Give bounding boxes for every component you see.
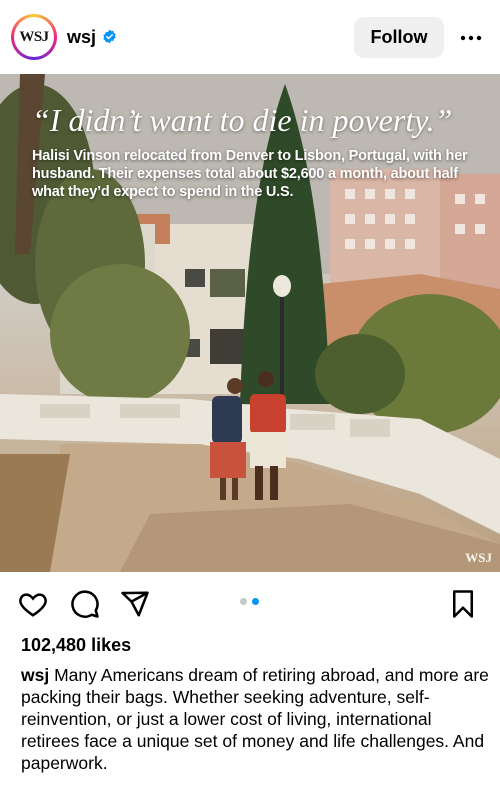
avatar[interactable]: WSJ [11, 14, 57, 60]
username[interactable]: wsj [67, 27, 96, 48]
caption-text: Many Americans dream of retiring abroad,… [21, 665, 489, 773]
caption-username[interactable]: wsj [21, 665, 49, 685]
action-bar [0, 572, 500, 634]
likes-count[interactable]: 102,480 likes [21, 635, 131, 656]
more-options-icon[interactable] [459, 28, 483, 48]
heart-icon[interactable] [18, 589, 48, 619]
post-header: WSJ wsj Follow [0, 0, 500, 74]
comment-icon[interactable] [70, 589, 100, 619]
post-headline: “I didn’t want to die in poverty.” [32, 102, 453, 138]
verified-badge-icon [103, 29, 116, 44]
avatar-logo: WSJ [14, 17, 54, 57]
bookmark-icon[interactable] [448, 589, 478, 619]
wsj-watermark: WSJ [465, 550, 492, 565]
carousel-indicator [240, 598, 259, 605]
share-icon[interactable] [120, 589, 150, 619]
follow-button[interactable]: Follow [354, 17, 444, 58]
post-subtext: Halisi Vinson relocated from Denver to L… [32, 148, 468, 200]
post-image[interactable]: “I didn’t want to die in poverty.” Halis… [0, 74, 500, 572]
carousel-dot [240, 598, 247, 605]
carousel-dot-active [252, 598, 259, 605]
post-caption: wsj Many Americans dream of retiring abr… [21, 664, 491, 774]
